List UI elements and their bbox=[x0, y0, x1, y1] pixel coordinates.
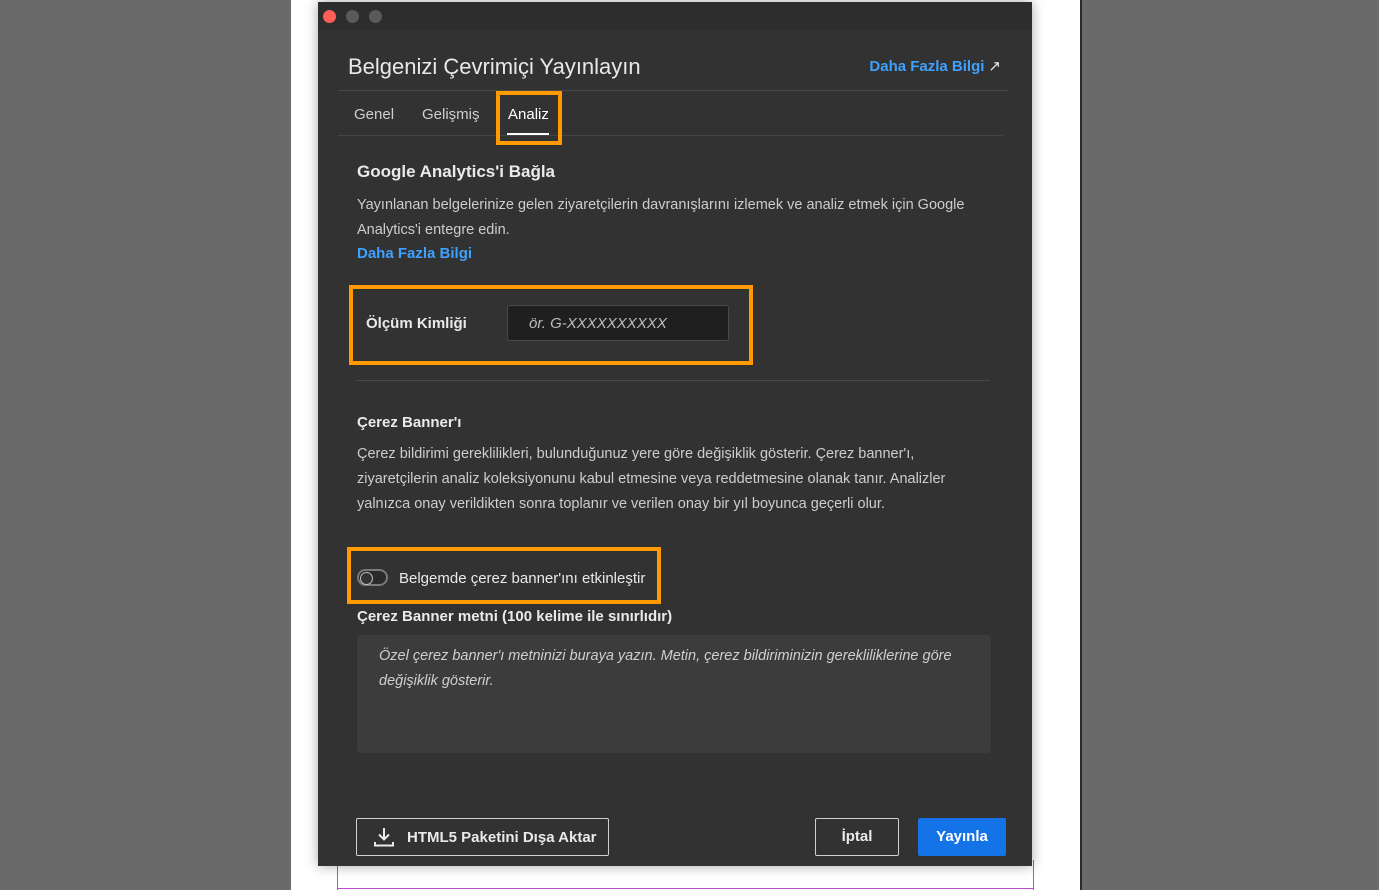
external-link-icon: ↗ bbox=[988, 58, 1001, 75]
download-icon bbox=[374, 828, 394, 847]
highlight-box bbox=[349, 285, 753, 365]
analytics-description: Yayınlanan belgelerinize gelen ziyaretçi… bbox=[357, 197, 965, 238]
learn-more-link-top[interactable]: Daha Fazla Bilgi ↗ bbox=[869, 57, 1001, 75]
learn-more-label: Daha Fazla Bilgi bbox=[869, 58, 985, 75]
learn-more-link[interactable]: Daha Fazla Bilgi bbox=[357, 245, 472, 262]
cookie-banner-heading: Çerez Banner'ı bbox=[357, 414, 462, 431]
window-titlebar bbox=[318, 2, 1032, 30]
publish-online-dialog: Belgenizi Çevrimiçi Yayınlayın Daha Fazl… bbox=[318, 2, 1032, 866]
divider bbox=[338, 135, 1003, 136]
analytics-heading: Google Analytics'i Bağla bbox=[357, 162, 556, 181]
banner-text-input[interactable] bbox=[357, 635, 991, 753]
highlight-box bbox=[496, 91, 562, 145]
minimize-window-button[interactable] bbox=[346, 10, 359, 23]
banner-text-label: Çerez Banner metni (100 kelime ile sınır… bbox=[357, 608, 673, 625]
divider bbox=[338, 90, 1008, 91]
cancel-button[interactable]: İptal bbox=[815, 818, 899, 856]
page-edge bbox=[1080, 0, 1082, 890]
highlight-box bbox=[347, 547, 661, 604]
guide-line bbox=[337, 888, 1034, 889]
export-html5-button[interactable]: HTML5 Paketini Dışa Aktar bbox=[356, 818, 609, 856]
tab-general[interactable]: Genel bbox=[354, 106, 394, 123]
export-label: HTML5 Paketini Dışa Aktar bbox=[407, 829, 597, 846]
publish-button[interactable]: Yayınla bbox=[918, 818, 1006, 856]
cookie-banner-description: Çerez bildirimi gereklilikleri, bulunduğ… bbox=[357, 446, 946, 512]
guide-line bbox=[1033, 860, 1034, 890]
close-window-button[interactable] bbox=[323, 10, 336, 23]
tab-advanced[interactable]: Gelişmiş bbox=[422, 106, 480, 123]
maximize-window-button[interactable] bbox=[369, 10, 382, 23]
divider bbox=[356, 380, 990, 381]
dialog-title: Belgenizi Çevrimiçi Yayınlayın bbox=[348, 54, 641, 79]
